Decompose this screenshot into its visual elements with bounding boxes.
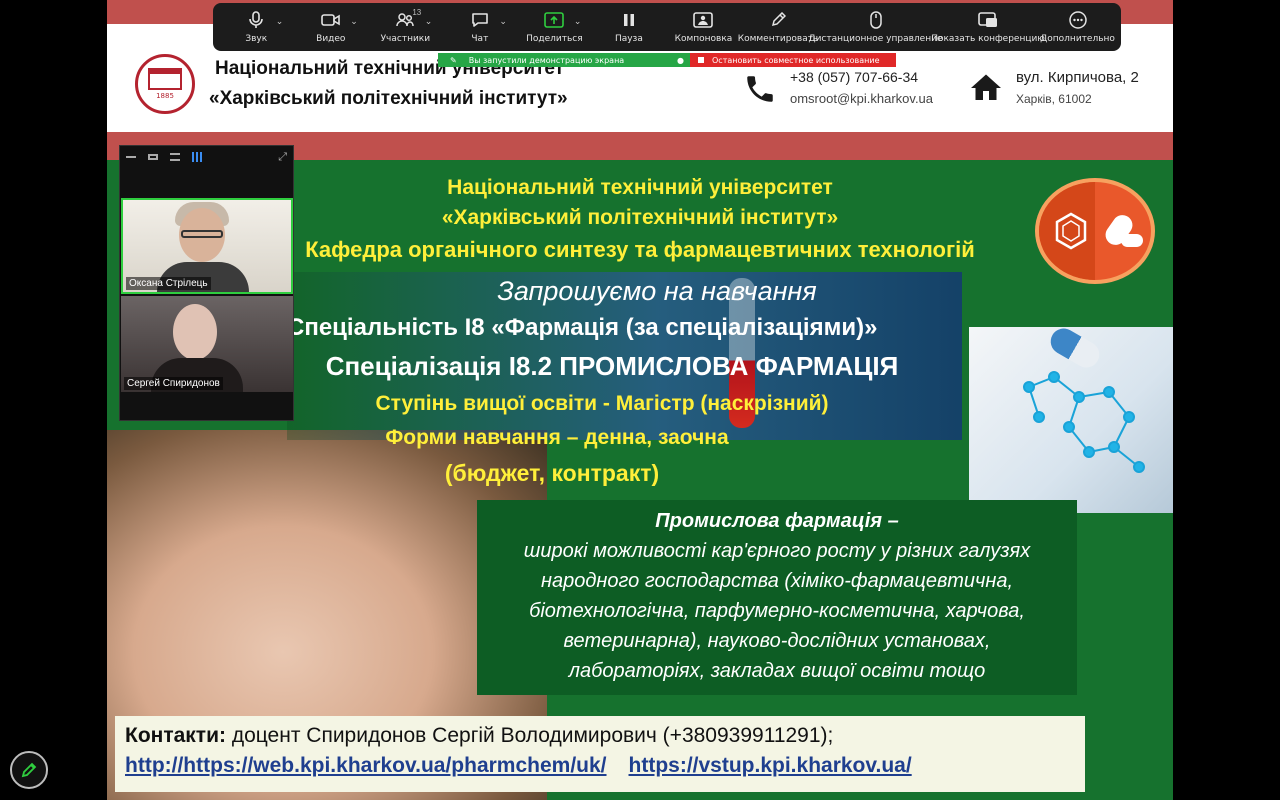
career-description: Промислова фармація – широкі можливості … bbox=[477, 500, 1077, 695]
chat-label: Чат bbox=[471, 34, 489, 44]
description-line: лабораторіях, закладах вищої освіти тощо bbox=[568, 660, 986, 682]
audio-button[interactable]: Звук ⌄ bbox=[219, 5, 293, 49]
home-icon bbox=[971, 74, 1001, 100]
connection-ok-icon: ✎ bbox=[450, 55, 457, 65]
share-status-text: Вы запустили демонстрацию экрана bbox=[468, 55, 625, 65]
pause-icon bbox=[623, 14, 634, 26]
more-button[interactable]: Дополнительно bbox=[1040, 5, 1115, 49]
participants-label: Участники bbox=[380, 34, 431, 44]
minimize-video-icon[interactable] bbox=[126, 156, 136, 158]
share-screen-button[interactable]: Поделиться ⌄ bbox=[517, 5, 591, 49]
description-line: біотехнологічна, парфумерно-косметична, … bbox=[529, 600, 1025, 622]
annotation-pencil-button[interactable] bbox=[10, 751, 48, 789]
description-line: ветеринарна), науково-дослідних установа… bbox=[563, 630, 991, 652]
annotate-pen-icon bbox=[771, 12, 786, 27]
participant-face bbox=[173, 304, 217, 360]
molecule-image bbox=[969, 323, 1173, 513]
participant-name: Сергей Спиридонов bbox=[124, 377, 223, 390]
participants-button[interactable]: 13 Участники ⌄ bbox=[368, 5, 442, 49]
annotate-button[interactable]: Комментировать bbox=[738, 5, 818, 49]
pause-label: Пауза bbox=[614, 34, 643, 44]
share-screen-label: Поделиться bbox=[526, 34, 583, 44]
screen: 1885 Національний технічний університет … bbox=[0, 0, 1280, 800]
building-emblem-icon bbox=[148, 68, 182, 90]
contacts-label: Контакти: bbox=[125, 724, 226, 747]
gallery-view-icon[interactable] bbox=[192, 152, 202, 162]
layout-label: Компоновка bbox=[674, 34, 733, 44]
contact-phone: +38 (057) 707-66-34 bbox=[790, 69, 919, 85]
layout-icon bbox=[693, 12, 714, 28]
participant-tile[interactable]: Оксана Стрілець bbox=[121, 198, 293, 294]
shield-check-icon: ● bbox=[677, 55, 684, 65]
video-panel-bar: ⤢ bbox=[120, 146, 293, 168]
description-title: Промислова фармація – bbox=[655, 510, 899, 532]
remote-control-label: Дистанционное управление bbox=[808, 34, 943, 44]
admission-link[interactable]: https://vstup.kpi.kharkov.ua/ bbox=[629, 754, 912, 777]
remote-control-button[interactable]: Дистанционное управление bbox=[809, 5, 942, 49]
layout-button[interactable]: Компоновка bbox=[666, 5, 740, 49]
annotate-label: Комментировать bbox=[737, 34, 819, 44]
contacts-line: Контакти: доцент Спиридонов Сергій Волод… bbox=[125, 724, 1075, 748]
participants-count: 13 bbox=[412, 8, 422, 17]
poster-specialization: Спеціалізація І8.2 ПРОМИСЛОВА ФАРМАЦІЯ bbox=[325, 351, 899, 381]
show-meeting-label: Показать конференцию bbox=[931, 34, 1045, 44]
more-label: Дополнительно bbox=[1040, 34, 1115, 44]
video-camera-icon bbox=[320, 14, 340, 26]
poster-degree: Ступінь вищої освіти - Магістр (наскрізн… bbox=[375, 392, 829, 415]
description-line: широкі можливості кар'єрного росту у різ… bbox=[523, 540, 1031, 562]
logo-year: 1885 bbox=[156, 92, 174, 100]
contact-email: omsroot@kpi.kharkov.ua bbox=[790, 91, 934, 106]
chevron-down-icon[interactable]: ⌄ bbox=[425, 17, 433, 27]
poster-funding: (бюджет, контракт) bbox=[444, 460, 660, 486]
stop-share-label: Остановить совместное использование bbox=[712, 55, 880, 65]
university-name-line2: «Харківський політехнічний інститут» bbox=[209, 88, 568, 109]
chevron-down-icon[interactable]: ⌄ bbox=[499, 17, 507, 27]
stop-square-icon bbox=[698, 57, 704, 63]
chevron-down-icon[interactable]: ⌄ bbox=[350, 17, 358, 27]
pencil-icon bbox=[21, 762, 37, 778]
video-button[interactable]: Видео ⌄ bbox=[294, 5, 368, 49]
video-panel[interactable]: ⤢ Оксана Стрілець Сергей Спиридонов bbox=[119, 145, 294, 421]
video-label: Видео bbox=[316, 34, 346, 44]
chat-icon bbox=[472, 13, 488, 27]
poster-invite: Запрошуємо на навчання bbox=[497, 276, 817, 306]
participant-name: Оксана Стрілець bbox=[126, 277, 211, 290]
stacked-view-icon[interactable] bbox=[170, 153, 180, 161]
participant-tile[interactable]: Сергей Спиридонов bbox=[121, 296, 293, 392]
microphone-icon bbox=[249, 11, 264, 28]
meeting-toolbar: Звук ⌄ Видео ⌄ 13 Участники ⌄ Чат ⌄ Поде… bbox=[213, 3, 1121, 51]
show-meeting-icon bbox=[978, 12, 998, 27]
show-meeting-button[interactable]: Показать конференцию bbox=[931, 5, 1045, 49]
poster-specialty: Спеціальність І8 «Фармація (за спеціаліз… bbox=[287, 314, 878, 341]
active-speaker-view-icon[interactable] bbox=[148, 154, 158, 160]
chevron-down-icon[interactable]: ⌄ bbox=[276, 17, 284, 27]
stop-share-button[interactable]: Остановить совместное использование bbox=[690, 53, 896, 67]
phone-icon bbox=[747, 76, 773, 102]
chevron-down-icon[interactable]: ⌄ bbox=[574, 17, 582, 27]
pause-share-button[interactable]: Пауза bbox=[592, 5, 666, 49]
address-street: вул. Кирпичова, 2 bbox=[1016, 69, 1139, 86]
remote-control-mouse-icon bbox=[869, 11, 882, 29]
contacts-person: доцент Спиридонов Сергій Володимирович (… bbox=[226, 724, 834, 747]
address-city: Харків, 61002 bbox=[1016, 92, 1092, 106]
contacts-box: Контакти: доцент Спиридонов Сергій Волод… bbox=[115, 716, 1085, 792]
poster-study-forms: Форми навчання – денна, заочна bbox=[385, 426, 729, 449]
share-status-bar: ✎ Вы запустили демонстрацию экрана ● bbox=[438, 53, 690, 67]
university-logo: 1885 bbox=[135, 54, 195, 114]
more-icon bbox=[1068, 11, 1087, 29]
audio-label: Звук bbox=[245, 34, 268, 44]
expand-icon[interactable]: ⤢ bbox=[278, 151, 287, 164]
contacts-links: http://https://web.kpi.kharkov.ua/pharmc… bbox=[125, 754, 1075, 778]
description-line: народного господарства (хіміко-фармацевт… bbox=[540, 570, 1014, 592]
department-link[interactable]: http://https://web.kpi.kharkov.ua/pharmc… bbox=[125, 754, 607, 777]
share-screen-icon bbox=[544, 12, 565, 28]
chat-button[interactable]: Чат ⌄ bbox=[443, 5, 517, 49]
